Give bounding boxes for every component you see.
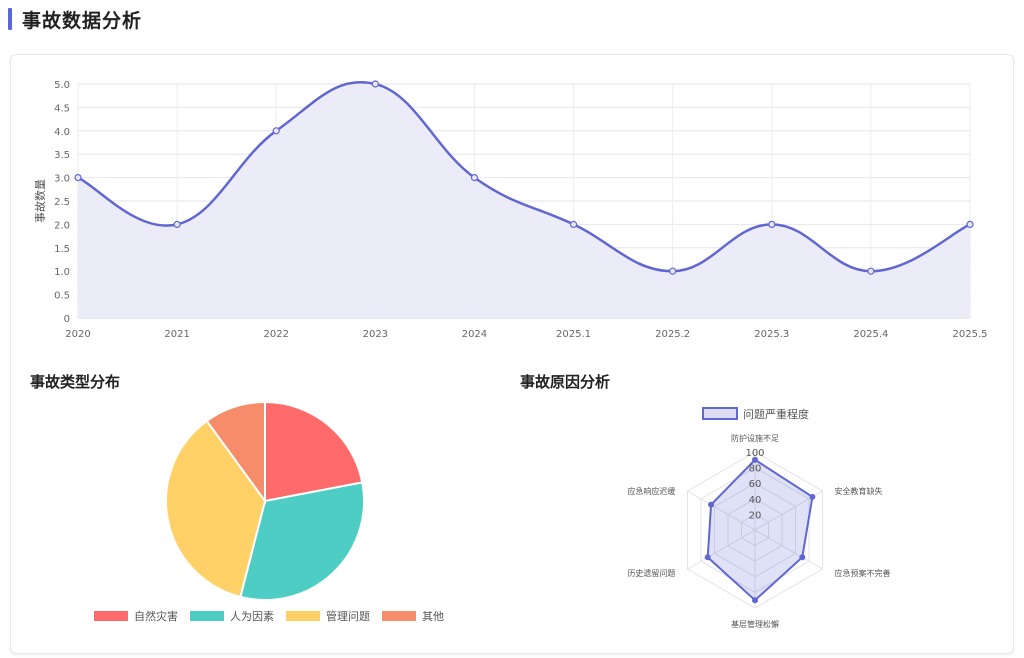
legend-swatch bbox=[286, 611, 320, 621]
y-tick-label: 4.5 bbox=[54, 103, 70, 114]
legend-label: 人为因素 bbox=[230, 610, 274, 623]
legend-swatch bbox=[190, 611, 224, 621]
line-point bbox=[470, 174, 479, 182]
legend-label: 自然灾害 bbox=[134, 610, 178, 623]
legend-swatch bbox=[382, 611, 416, 621]
legend-label: 其他 bbox=[422, 610, 444, 623]
y-tick-label: 0.5 bbox=[54, 291, 70, 302]
line-point bbox=[768, 220, 776, 228]
x-tick-label: 2025.5 bbox=[953, 329, 988, 340]
y-tick-label: 0 bbox=[64, 314, 70, 325]
radar-legend-swatch bbox=[702, 407, 738, 420]
radar-point bbox=[799, 554, 806, 561]
accident-type-pie-chart bbox=[165, 400, 365, 601]
radar-chart-title: 事故原因分析 bbox=[520, 373, 611, 391]
x-tick-label: 2025.4 bbox=[853, 329, 888, 340]
line-area-fill bbox=[78, 82, 970, 318]
radar-axis-label: 防护设施不足 bbox=[731, 433, 779, 443]
line-point bbox=[569, 220, 578, 228]
y-tick-label: 3.0 bbox=[54, 174, 70, 185]
y-tick-label: 4.0 bbox=[54, 127, 70, 138]
line-point bbox=[272, 127, 280, 135]
pie-legend-item[interactable]: 人为因素 bbox=[190, 608, 274, 624]
y-tick-label: 1.0 bbox=[54, 267, 70, 278]
radar-tick-label: 80 bbox=[749, 464, 762, 475]
x-tick-label: 2024 bbox=[462, 329, 487, 340]
x-tick-label: 2025.1 bbox=[556, 329, 591, 340]
y-tick-label: 2.5 bbox=[54, 197, 70, 208]
radar-axis-label: 历史遗留问题 bbox=[627, 568, 675, 578]
line-point bbox=[371, 80, 379, 88]
accident-trend-line-chart: 0 0.5 1.0 1.5 2.0 2.5 3.0 3.5 4.0 4.5 5.0 2020 2021 2… bbox=[33, 80, 988, 340]
pie-legend: 自然灾害 人为因素 管理问题 其他 bbox=[94, 608, 456, 624]
y-tick-label: 3.5 bbox=[54, 150, 70, 161]
x-tick-label: 2022 bbox=[263, 329, 288, 340]
radar-axis-label: 应急响应迟缓 bbox=[627, 486, 675, 496]
radar-point bbox=[708, 501, 715, 508]
radar-legend-label: 问题严重程度 bbox=[743, 407, 809, 421]
legend-swatch bbox=[94, 611, 128, 621]
accident-cause-radar-chart: 问题严重程度 20 40 60 80 100 防护设施不足安全教育缺失应急预案不完善基层管理… bbox=[627, 407, 891, 629]
radar-axis-label: 基层管理松懈 bbox=[731, 619, 779, 629]
radar-axis-label: 应急预案不完善 bbox=[835, 568, 891, 578]
line-point bbox=[173, 220, 181, 228]
pie-legend-item[interactable]: 其他 bbox=[382, 608, 444, 624]
y-tick-label: 5.0 bbox=[54, 80, 70, 91]
pie-chart-title: 事故类型分布 bbox=[30, 373, 121, 391]
y-axis-label: 事故数量 bbox=[33, 179, 47, 223]
line-point bbox=[867, 267, 875, 275]
line-point bbox=[966, 220, 974, 228]
line-point bbox=[669, 267, 677, 275]
pie-legend-item[interactable]: 自然灾害 bbox=[94, 608, 178, 624]
radar-axis-label: 安全教育缺失 bbox=[835, 486, 883, 496]
y-tick-label: 1.5 bbox=[54, 244, 70, 255]
pie-legend-item[interactable]: 管理问题 bbox=[286, 608, 370, 624]
line-point bbox=[74, 174, 82, 182]
radar-tick-label: 100 bbox=[745, 448, 764, 459]
legend-label: 管理问题 bbox=[326, 610, 370, 623]
radar-point bbox=[809, 493, 816, 500]
radar-tick-label: 20 bbox=[749, 510, 762, 521]
x-tick-label: 2025.3 bbox=[754, 329, 789, 340]
x-tick-label: 2021 bbox=[164, 329, 189, 340]
x-tick-label: 2025.2 bbox=[655, 329, 690, 340]
radar-point bbox=[752, 597, 758, 604]
x-tick-label: 2023 bbox=[363, 329, 388, 340]
radar-tick-label: 60 bbox=[749, 479, 762, 490]
radar-tick-label: 40 bbox=[749, 495, 762, 506]
y-tick-label: 2.0 bbox=[54, 220, 70, 231]
radar-point bbox=[704, 554, 711, 561]
x-tick-label: 2020 bbox=[65, 329, 90, 340]
